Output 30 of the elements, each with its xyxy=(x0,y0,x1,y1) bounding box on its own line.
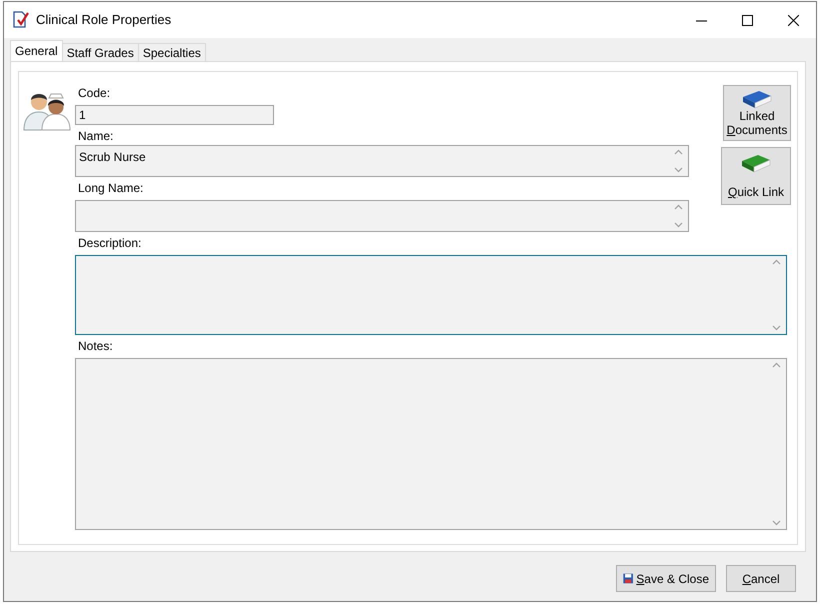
book-icon xyxy=(741,89,773,109)
scroll-up-icon[interactable] xyxy=(772,362,780,368)
input-field[interactable] xyxy=(75,358,787,530)
scroll-up-icon[interactable] xyxy=(772,259,780,265)
window-title: Clinical Role Properties xyxy=(36,11,172,30)
tab[interactable]: Specialties xyxy=(138,43,206,61)
scroll-down-icon[interactable] xyxy=(674,167,682,173)
close-icon xyxy=(788,14,798,26)
quick-link-button[interactable]: Quick Link xyxy=(721,147,791,205)
scroll-up-icon[interactable] xyxy=(674,149,682,155)
input-field[interactable]: 1 xyxy=(75,105,274,125)
scroll-up-icon[interactable] xyxy=(674,204,682,210)
input-field[interactable] xyxy=(75,255,787,335)
field-label: Name: xyxy=(78,128,114,145)
scroll-down-icon[interactable] xyxy=(772,520,780,526)
field-label: Description: xyxy=(78,235,142,252)
save-button[interactable]: Save & Close xyxy=(616,565,716,592)
scroll-down-icon[interactable] xyxy=(772,325,780,331)
linked-documents-button[interactable]: Linked Documents xyxy=(723,85,791,141)
field-label: Code: xyxy=(78,85,110,102)
field-label: Notes: xyxy=(78,338,113,355)
input-field[interactable]: Scrub Nurse xyxy=(75,145,689,177)
app-icon xyxy=(12,11,30,29)
cancel-button[interactable]: Cancel xyxy=(726,565,796,592)
input-field[interactable] xyxy=(75,200,689,232)
maximize-icon xyxy=(742,14,752,26)
book-icon xyxy=(740,153,772,173)
scroll-down-icon[interactable] xyxy=(674,222,682,228)
field-label: Long Name: xyxy=(78,180,144,197)
tab[interactable]: General xyxy=(10,40,63,61)
